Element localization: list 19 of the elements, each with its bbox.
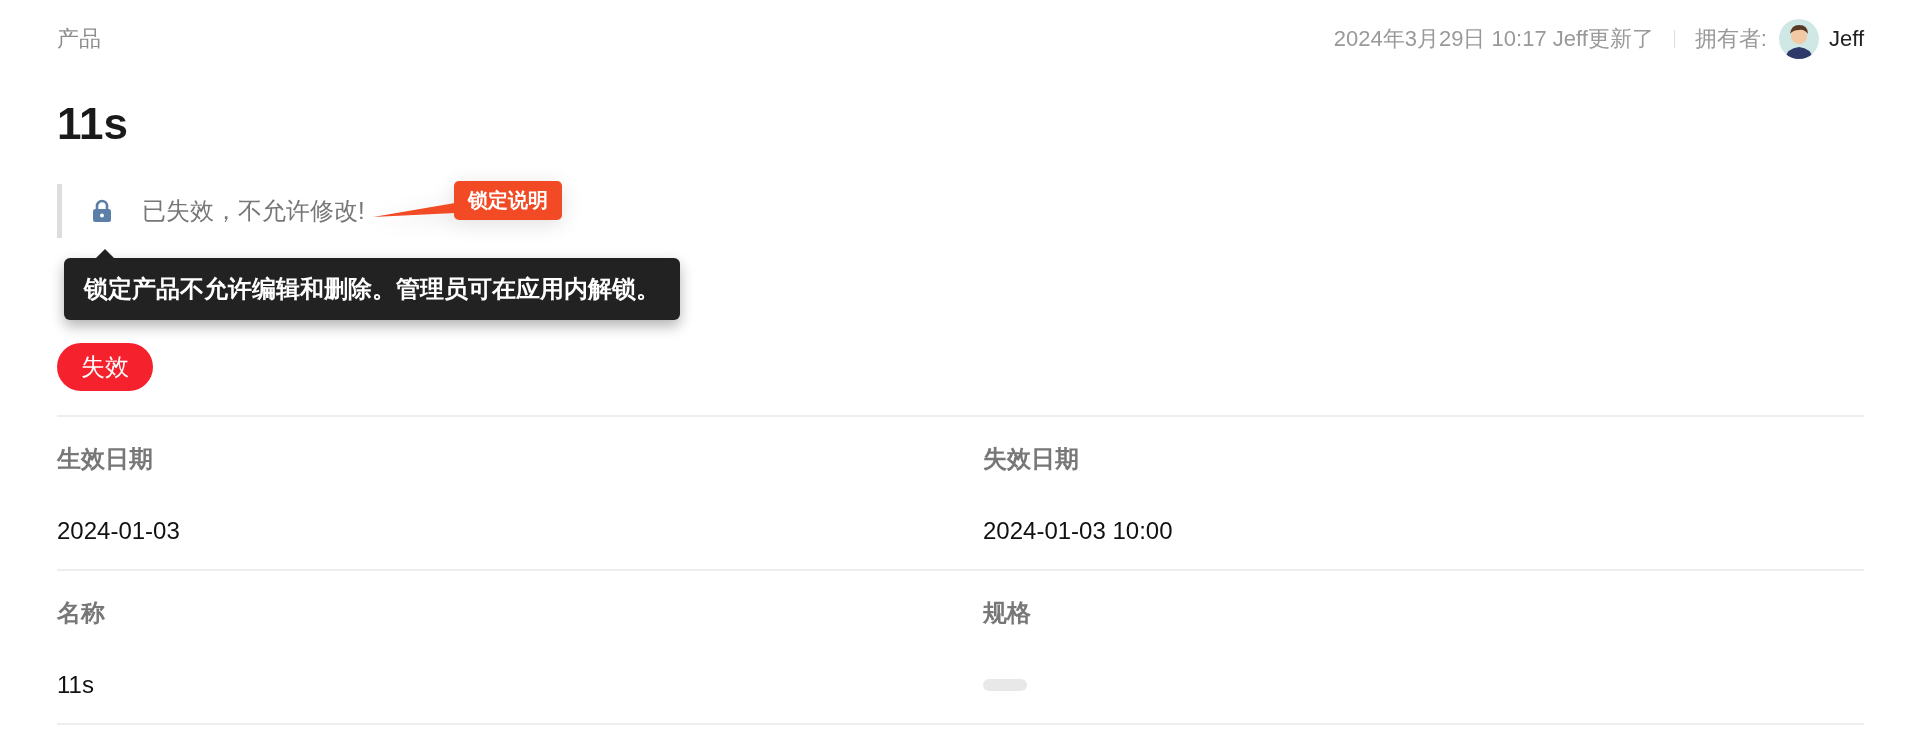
status-badge: 失效 [57, 343, 153, 391]
lock-message: 已失效，不允许修改! [142, 196, 365, 226]
field-value: 11s [57, 670, 95, 700]
field-value: 2024-01-03 10:00 [983, 516, 1174, 546]
lock-explanation-tag[interactable]: 锁定说明 [453, 180, 562, 220]
owner-name[interactable]: Jeff [1828, 26, 1864, 52]
avatar-icon [1778, 19, 1819, 59]
page-title: 11s [57, 98, 129, 150]
tooltip: 锁定产品不允许编辑和删除。管理员可在应用内解锁。 [64, 258, 680, 320]
updated-text: 2024年3月29日 10:17 Jeff更新了 [1333, 25, 1654, 53]
field-label: 生效日期 [57, 444, 154, 474]
owner-label: 拥有者: [1694, 25, 1767, 53]
field-label: 名称 [57, 598, 106, 628]
field-value: 2024-01-03 [57, 516, 181, 546]
breadcrumb[interactable]: 产品 [57, 24, 101, 54]
tooltip-pointer [96, 249, 114, 258]
field-label: 失效日期 [983, 444, 1080, 474]
field-label: 规格 [983, 598, 1032, 628]
lock-icon [92, 199, 112, 223]
